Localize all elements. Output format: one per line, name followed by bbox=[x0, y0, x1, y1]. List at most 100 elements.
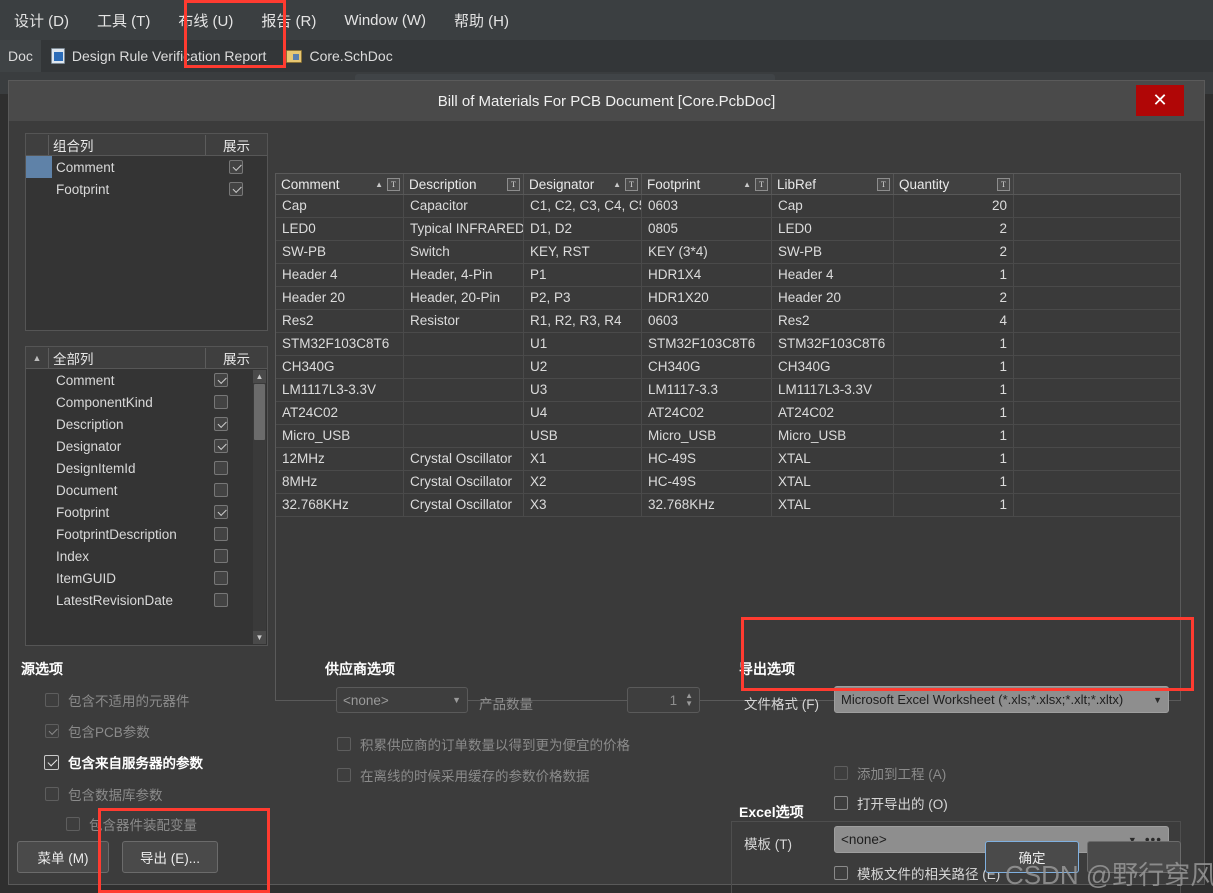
list-item-checkbox[interactable] bbox=[205, 182, 267, 196]
option-include-pcb-params[interactable]: 包含PCB参数 bbox=[45, 721, 150, 741]
file-format-select[interactable]: Microsoft Excel Worksheet (*.xls;*.xlsx;… bbox=[834, 686, 1169, 713]
option-add-to-project[interactable]: 添加到工程 (A) bbox=[834, 763, 946, 783]
quantity-stepper[interactable]: 1 ▲ ▼ bbox=[627, 687, 700, 713]
scrollbar-thumb[interactable] bbox=[254, 384, 265, 440]
checkbox[interactable] bbox=[45, 693, 59, 707]
table-row[interactable]: CH340G U2 CH340G CH340G 1 bbox=[276, 356, 1180, 379]
list-item-checkbox[interactable] bbox=[190, 439, 252, 453]
table-row[interactable]: 12MHz Crystal Oscillator X1 HC-49S XTAL 1 bbox=[276, 448, 1180, 471]
close-icon[interactable]: ✕ bbox=[1136, 85, 1184, 116]
column-header-designator[interactable]: Designator ▲ T bbox=[524, 174, 642, 194]
option-use-cached-prices-offline[interactable]: 在离线的时候采用缓存的参数价格数据 bbox=[337, 765, 590, 785]
list-item[interactable]: LatestRevisionDate bbox=[26, 589, 252, 611]
column-header-libref[interactable]: LibRef T bbox=[772, 174, 894, 194]
table-row[interactable]: Cap Capacitor C1, C2, C3, C4, C5, 0603 Cap 2… bbox=[276, 195, 1180, 218]
option-relative-template-path[interactable]: 模板文件的相关路径 (E) bbox=[834, 863, 1000, 883]
cancel-button[interactable] bbox=[1087, 841, 1181, 873]
table-row[interactable]: Res2 Resistor R1, R2, R3, R4 0603 Res2 4 bbox=[276, 310, 1180, 333]
list-item[interactable]: FootprintDescription bbox=[26, 523, 252, 545]
list-item[interactable]: Index bbox=[26, 545, 252, 567]
filter-icon[interactable]: T bbox=[755, 177, 768, 191]
list-item[interactable]: Comment bbox=[26, 369, 252, 391]
list-item-checkbox[interactable] bbox=[190, 593, 252, 607]
stepper-arrows[interactable]: ▲ ▼ bbox=[685, 692, 693, 708]
column-header-description[interactable]: Description T bbox=[404, 174, 524, 194]
chevron-down-icon[interactable]: ▼ bbox=[452, 695, 461, 705]
menu-item-help[interactable]: 帮助 (H) bbox=[440, 4, 523, 37]
menu-item-design[interactable]: 设计 (D) bbox=[0, 4, 83, 37]
list-item[interactable]: ComponentKind bbox=[26, 391, 252, 413]
export-button[interactable]: 导出 (E)... bbox=[122, 841, 218, 873]
list-item[interactable]: ItemGUID bbox=[26, 567, 252, 589]
filter-icon[interactable]: T bbox=[387, 177, 400, 191]
list-item-checkbox[interactable] bbox=[190, 395, 252, 409]
checkbox[interactable] bbox=[66, 817, 80, 831]
option-include-not-fitted[interactable]: 包含不适用的元器件 bbox=[45, 690, 190, 710]
option-include-assembly-variant[interactable]: 包含器件装配变量 bbox=[66, 814, 197, 834]
checkbox[interactable] bbox=[337, 737, 351, 751]
list-item-checkbox[interactable] bbox=[190, 527, 252, 541]
list-item[interactable]: Designator bbox=[26, 435, 252, 457]
menu-item-tools[interactable]: 工具 (T) bbox=[83, 4, 164, 37]
list-item-checkbox[interactable] bbox=[190, 461, 252, 475]
table-row[interactable]: 32.768KHz Crystal Oscillator X3 32.768KHz XT… bbox=[276, 494, 1180, 517]
filter-icon[interactable]: T bbox=[997, 177, 1010, 191]
list-item-checkbox[interactable] bbox=[190, 549, 252, 563]
list-item[interactable]: Footprint bbox=[26, 501, 252, 523]
supplier-select[interactable]: <none> ▼ bbox=[336, 687, 468, 713]
chevron-down-icon[interactable]: ▼ bbox=[1153, 695, 1162, 705]
sort-ascending-icon[interactable]: ▲ bbox=[375, 180, 387, 189]
tab-core-schdoc[interactable]: Core.SchDoc bbox=[276, 40, 402, 72]
table-row[interactable]: AT24C02 U4 AT24C02 AT24C02 1 bbox=[276, 402, 1180, 425]
table-row[interactable]: LM1117L3-3.3V U3 LM1117-3.3 LM1117L3-3.3V 1 bbox=[276, 379, 1180, 402]
list-item[interactable]: Document bbox=[26, 479, 252, 501]
list-item-checkbox[interactable] bbox=[190, 373, 252, 387]
checkbox[interactable] bbox=[834, 866, 848, 880]
filter-icon[interactable]: T bbox=[625, 177, 638, 191]
checkbox[interactable] bbox=[44, 754, 59, 770]
filter-icon[interactable]: T bbox=[877, 177, 890, 191]
list-item[interactable]: Footprint bbox=[26, 178, 267, 200]
ok-button[interactable]: 确定 bbox=[985, 841, 1079, 873]
list-item-checkbox[interactable] bbox=[190, 571, 252, 585]
checkbox[interactable] bbox=[834, 766, 848, 780]
table-row[interactable]: Micro_USB USB Micro_USB Micro_USB 1 bbox=[276, 425, 1180, 448]
table-row[interactable]: SW-PB Switch KEY, RST KEY (3*4) SW-PB 2 bbox=[276, 241, 1180, 264]
tab-doc[interactable]: Doc bbox=[0, 40, 41, 72]
menu-item-report[interactable]: 报告 (R) bbox=[247, 4, 330, 37]
filter-icon[interactable]: T bbox=[507, 177, 520, 191]
tab-design-rule-verification-report[interactable]: Design Rule Verification Report bbox=[41, 40, 277, 72]
option-aggregate-supplier-orders[interactable]: 积累供应商的订单数量以得到更为便宜的价格 bbox=[337, 734, 630, 754]
checkbox[interactable] bbox=[45, 787, 59, 801]
menu-item-route[interactable]: 布线 (U) bbox=[164, 4, 247, 37]
option-include-server-params[interactable]: 包含来自服务器的参数 bbox=[44, 752, 203, 772]
scroll-down-icon[interactable]: ▼ bbox=[253, 631, 266, 644]
list-item-checkbox[interactable] bbox=[205, 160, 267, 174]
list-item[interactable]: Description bbox=[26, 413, 252, 435]
list-item[interactable]: DesignItemId bbox=[26, 457, 252, 479]
scroll-up-icon[interactable]: ▲ bbox=[253, 370, 266, 383]
all-columns-scrollbar[interactable]: ▲ ▼ bbox=[253, 370, 266, 644]
option-open-exported[interactable]: 打开导出的 (O) bbox=[834, 793, 948, 813]
option-include-db-params[interactable]: 包含数据库参数 bbox=[45, 784, 163, 804]
list-item-checkbox[interactable] bbox=[190, 483, 252, 497]
table-row[interactable]: LED0Typical INFRARED GD1, D20805LED02 bbox=[276, 218, 1180, 241]
column-header-comment[interactable]: Comment ▲ T bbox=[276, 174, 404, 194]
checkbox[interactable] bbox=[337, 768, 351, 782]
list-item-checkbox[interactable] bbox=[190, 505, 252, 519]
list-item[interactable]: Comment bbox=[26, 156, 267, 178]
checkbox[interactable] bbox=[45, 724, 59, 738]
sort-ascending-icon[interactable]: ▲ bbox=[743, 180, 755, 189]
sort-ascending-icon[interactable]: ▲ bbox=[613, 180, 625, 189]
checkbox[interactable] bbox=[834, 796, 848, 810]
menu-item-window[interactable]: Window (W) bbox=[330, 6, 440, 35]
table-row[interactable]: Header 20 Header, 20-Pin P2, P3 HDR1X20 Head… bbox=[276, 287, 1180, 310]
sort-ascending-icon[interactable]: ▲ bbox=[26, 353, 48, 363]
list-item-checkbox[interactable] bbox=[190, 417, 252, 431]
table-row[interactable]: 8MHz Crystal Oscillator X2 HC-49S XTAL 1 bbox=[276, 471, 1180, 494]
table-row[interactable]: STM32F103C8T6 U1 STM32F103C8T6 STM32F103C8T… bbox=[276, 333, 1180, 356]
column-header-footprint[interactable]: Footprint ▲ T bbox=[642, 174, 772, 194]
column-header-quantity[interactable]: Quantity T bbox=[894, 174, 1014, 194]
menu-button[interactable]: 菜单 (M) bbox=[17, 841, 109, 873]
table-row[interactable]: Header 4 Header, 4-Pin P1 HDR1X4 Header 41 bbox=[276, 264, 1180, 287]
